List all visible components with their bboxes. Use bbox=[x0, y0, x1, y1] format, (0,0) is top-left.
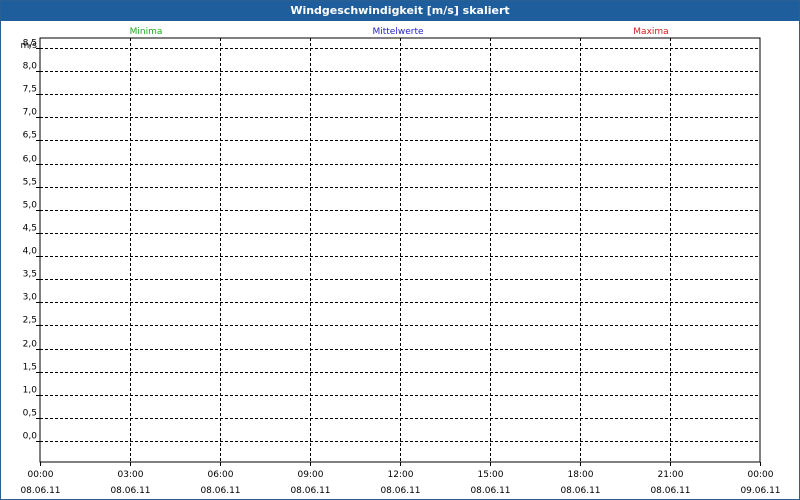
y-tick-label: 8,0 bbox=[23, 62, 38, 72]
x-tick-date-label: 08.06.11 bbox=[290, 486, 330, 496]
x-tick-date-label: 08.06.11 bbox=[470, 486, 510, 496]
x-tick-time-label: 12:00 bbox=[388, 470, 414, 480]
y-tick-label: 6,0 bbox=[23, 155, 38, 165]
x-tick-date-label: 08.06.11 bbox=[200, 486, 240, 496]
x-tick-date-label: 08.06.11 bbox=[650, 486, 690, 496]
legend-minima: Minima bbox=[130, 27, 163, 37]
chart-area: 8,58,07,57,06,56,05,55,04,54,03,53,02,52… bbox=[20, 27, 780, 496]
y-tick-label: 1,5 bbox=[23, 363, 37, 373]
x-tick-time-label: 09:00 bbox=[298, 470, 324, 480]
y-tick-label: 2,5 bbox=[23, 316, 37, 326]
x-tick-time-label: 03:00 bbox=[118, 470, 144, 480]
y-tick-label: 3,0 bbox=[23, 293, 38, 303]
y-tick-label: 5,5 bbox=[23, 178, 37, 188]
y-tick-label: 2,0 bbox=[23, 340, 38, 350]
y-tick-label: 1,0 bbox=[23, 386, 38, 396]
x-tick-time-label: 18:00 bbox=[568, 470, 594, 480]
x-tick-time-label: 06:00 bbox=[208, 470, 234, 480]
x-tick-date-label: 08.06.11 bbox=[380, 486, 420, 496]
x-tick-date-label: 08.06.11 bbox=[560, 486, 600, 496]
y-tick-label: 3,5 bbox=[23, 270, 37, 280]
y-tick-label: 4,5 bbox=[23, 224, 37, 234]
y-tick-label: 6,5 bbox=[23, 131, 37, 141]
legend-maxima: Maxima bbox=[633, 27, 668, 37]
y-tick-label: 4,0 bbox=[23, 247, 38, 257]
x-tick-date-label: 09.06.11 bbox=[740, 486, 780, 496]
y-tick-label: 5,0 bbox=[23, 201, 38, 211]
x-tick-time-label: 00:00 bbox=[748, 470, 774, 480]
x-tick-date-label: 08.06.11 bbox=[110, 486, 150, 496]
y-tick-label: 0,5 bbox=[23, 409, 37, 419]
x-tick-time-label: 21:00 bbox=[658, 470, 684, 480]
x-tick-time-label: 00:00 bbox=[28, 470, 54, 480]
legend-mittelwerte: Mittelwerte bbox=[372, 27, 423, 37]
x-tick-date-label: 08.06.11 bbox=[20, 486, 60, 496]
y-tick-label: 7,0 bbox=[23, 108, 38, 118]
x-tick-time-label: 15:00 bbox=[478, 470, 504, 480]
y-axis-unit-label: m/s bbox=[21, 41, 38, 51]
y-tick-label: 0,0 bbox=[23, 432, 38, 442]
y-tick-label: 7,5 bbox=[23, 85, 37, 95]
